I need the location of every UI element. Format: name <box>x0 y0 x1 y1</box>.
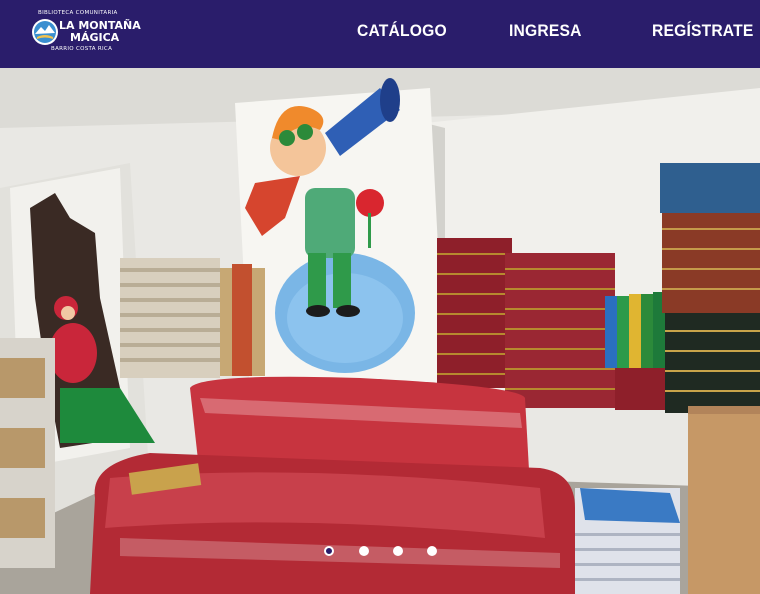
nav-link-ingresa[interactable]: INGRESA <box>509 21 582 41</box>
logo-subtitle-bottom: BARRIO COSTA RICA <box>51 46 113 52</box>
logo-subtitle-top: BIBLIOTECA COMUNITARIA <box>38 10 118 16</box>
logo-name-line2: MÁGICA <box>70 31 120 44</box>
globe-icon <box>32 19 58 45</box>
carousel-dot-4[interactable] <box>427 546 437 556</box>
nav-link-catalogo[interactable]: CATÁLOGO <box>357 21 447 41</box>
carousel-indicators <box>0 546 760 558</box>
hero-carousel[interactable] <box>0 68 760 594</box>
carousel-dot-1[interactable] <box>324 546 334 556</box>
carousel-dot-3[interactable] <box>393 546 403 556</box>
carousel-dot-2[interactable] <box>359 546 369 556</box>
top-navbar: BIBLIOTECA COMUNITARIA LA MONTAÑA MÁGICA… <box>0 0 760 68</box>
site-logo[interactable]: BIBLIOTECA COMUNITARIA LA MONTAÑA MÁGICA… <box>31 10 141 56</box>
nav-link-registrate[interactable]: REGÍSTRATE <box>652 21 753 41</box>
hero-slide-image <box>0 68 760 594</box>
